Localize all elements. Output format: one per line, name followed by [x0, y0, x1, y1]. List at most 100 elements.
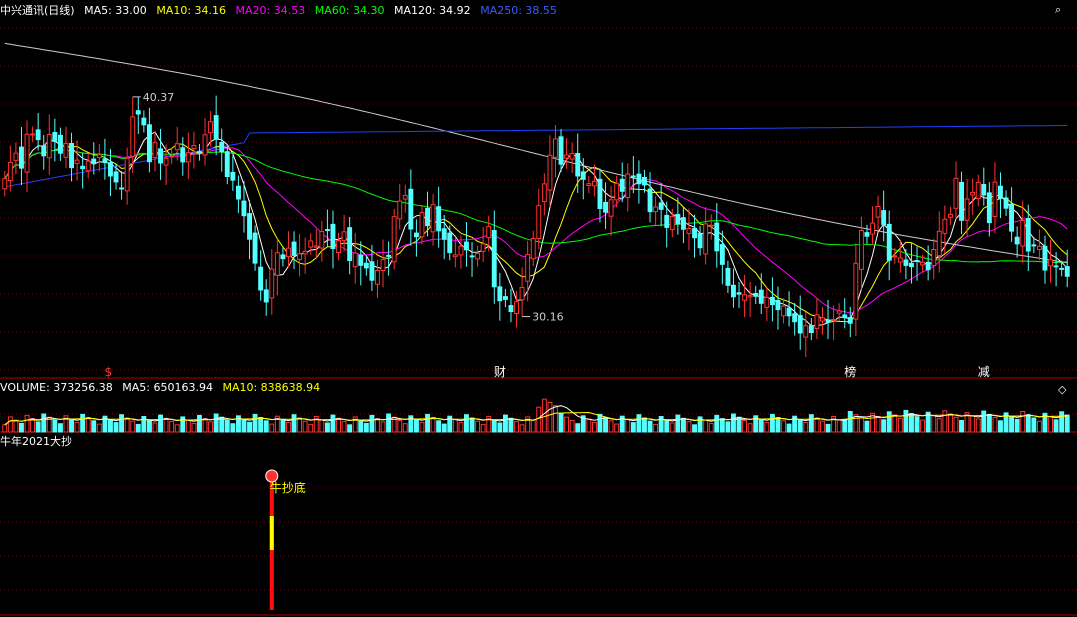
volume-bar — [169, 421, 175, 433]
volume-bar — [775, 417, 781, 433]
volume-bar — [786, 423, 792, 433]
event-marker: 减 — [978, 365, 990, 379]
ma10-label: MA10: 34.16 — [156, 4, 227, 17]
volume-bar — [625, 418, 631, 433]
candle-body — [998, 185, 1003, 199]
volume-bar — [41, 413, 47, 433]
volume-bar — [425, 413, 431, 433]
volume-ma5: MA5: 650163.94 — [122, 381, 213, 394]
volume-ma10: MA10: 838638.94 — [222, 381, 321, 394]
candle-body — [141, 117, 147, 126]
volume-bar — [530, 419, 536, 433]
candle-body — [358, 254, 364, 266]
candle-body — [247, 213, 253, 240]
candle-body — [708, 224, 714, 227]
candle-body — [197, 151, 202, 154]
volume-bar — [820, 420, 825, 433]
candle-body — [519, 286, 525, 301]
volume-bar — [614, 423, 620, 433]
volume-bar — [386, 413, 392, 433]
candle-body — [113, 171, 119, 183]
candle-body — [63, 143, 69, 158]
candle-body — [836, 310, 842, 314]
volume-bar — [770, 413, 775, 433]
candle-body — [681, 217, 686, 230]
candle-body — [469, 255, 475, 258]
volume-bar — [859, 417, 864, 433]
volume-bar — [597, 413, 603, 433]
volume-bar — [569, 420, 575, 433]
volume-bar — [953, 416, 959, 433]
volume-bar — [603, 417, 608, 433]
candle-body — [775, 299, 781, 311]
candle-body — [925, 261, 931, 271]
volume-bar — [302, 420, 308, 433]
candle-body — [241, 200, 247, 217]
volume-bar — [319, 419, 325, 433]
volume-bar — [814, 417, 820, 433]
candle-body — [586, 183, 592, 186]
candle-body — [503, 296, 508, 300]
volume-bar — [436, 420, 442, 433]
candle-body — [647, 188, 653, 213]
volume-bar — [52, 420, 58, 433]
candle-body — [191, 145, 197, 150]
ma5-label: MA5: 33.00 — [84, 4, 147, 17]
ma10-line — [4, 143, 1068, 323]
candle-body — [909, 262, 914, 268]
volume-bar — [897, 417, 903, 433]
candle-body — [85, 160, 91, 172]
candle-body — [41, 145, 47, 157]
candle-body — [592, 180, 597, 187]
volume-bar — [458, 422, 464, 433]
candle-body — [692, 228, 697, 239]
candle-body — [508, 305, 514, 313]
volume-bar — [536, 406, 542, 433]
candle-body — [864, 232, 870, 237]
candle-body — [1053, 265, 1059, 268]
volume-bar — [80, 413, 86, 433]
candle-body — [386, 254, 392, 257]
volume-bar — [130, 420, 136, 433]
diamond-icon[interactable]: ◇ — [1058, 384, 1066, 396]
candle-body — [514, 301, 519, 315]
candle-body — [202, 134, 208, 156]
candle-body — [1048, 259, 1053, 267]
candle-body — [553, 138, 558, 158]
volume-bar — [336, 417, 342, 433]
candle-body — [347, 227, 353, 261]
volume-bar — [931, 414, 937, 433]
candle-body — [725, 267, 731, 286]
volume-bar — [135, 423, 141, 433]
volume-bar — [975, 418, 981, 433]
volume-bar — [7, 416, 13, 433]
signal-label: 牛抄底 — [270, 480, 306, 495]
volume-bar — [24, 414, 30, 433]
volume-bar — [914, 416, 920, 433]
volume-bar — [475, 420, 481, 433]
volume-bar — [681, 417, 686, 433]
volume-bar — [1009, 415, 1014, 433]
candle-body — [747, 295, 753, 298]
volume-bar — [402, 423, 408, 433]
candle-body — [402, 195, 408, 200]
candle-body — [274, 252, 280, 276]
candle-body — [236, 185, 241, 200]
candle-body — [558, 136, 564, 165]
candle-body — [792, 313, 798, 323]
candle-body — [753, 293, 759, 297]
candle-body — [986, 192, 992, 224]
volume-bar — [2, 424, 8, 433]
search-icon[interactable]: ⌕ — [1055, 4, 1061, 16]
candle-body — [892, 255, 898, 258]
volume-bar — [675, 414, 681, 433]
volume-bar — [358, 419, 364, 433]
volume-bar — [1037, 420, 1042, 433]
volume-bar — [174, 424, 180, 433]
candle-body — [19, 146, 24, 169]
volume-bar — [981, 410, 987, 433]
candle-body — [564, 154, 569, 159]
volume-bar — [96, 423, 102, 433]
candle-body — [13, 152, 19, 161]
volume-bar — [764, 421, 770, 433]
